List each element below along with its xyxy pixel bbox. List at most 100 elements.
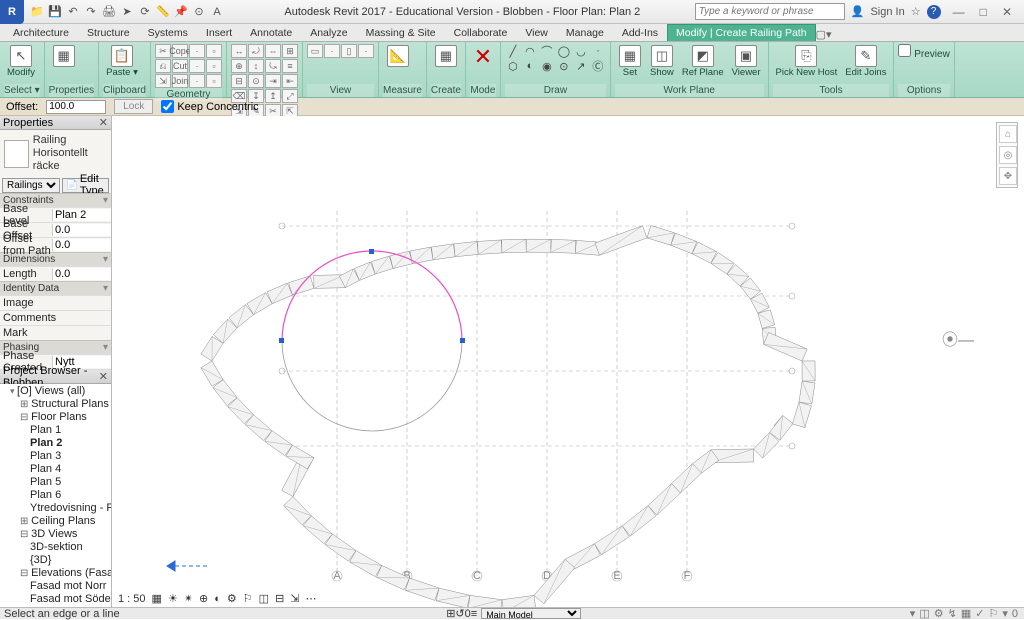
- draw-tool-button[interactable]: ·: [590, 44, 606, 58]
- qat-print-icon[interactable]: 🖨: [102, 5, 116, 19]
- browser-node[interactable]: Elevations (Fasadelevation): [20, 566, 111, 579]
- ribbon-tab[interactable]: Systems: [139, 24, 197, 41]
- status-icon[interactable]: ↯: [946, 608, 959, 620]
- view-control-icon[interactable]: ◐: [214, 593, 221, 605]
- status-icon[interactable]: ⚙: [932, 608, 946, 620]
- browser-item[interactable]: {3D}: [30, 553, 111, 566]
- view-control-icon[interactable]: ☀: [168, 592, 178, 605]
- ribbon-tab[interactable]: View: [516, 24, 557, 41]
- draw-tool-button[interactable]: ◡: [573, 44, 589, 58]
- ribbon-button[interactable]: ✎Edit Joins: [842, 44, 889, 79]
- ribbon-small-button[interactable]: ⇤: [282, 74, 298, 88]
- view-control-icon[interactable]: ⊕: [199, 592, 208, 605]
- ribbon-tab[interactable]: Annotate: [241, 24, 301, 41]
- property-row[interactable]: Length0.0: [0, 266, 111, 281]
- project-browser[interactable]: [O] Views (all)Structural PlansFloor Pla…: [0, 384, 111, 607]
- browser-node[interactable]: Structural Plans: [20, 397, 111, 410]
- view-control-icon[interactable]: ▦: [152, 592, 162, 605]
- view-control-icon[interactable]: ✴: [184, 592, 193, 605]
- maximize-button[interactable]: □: [974, 5, 993, 19]
- property-group-header[interactable]: Identity Data: [0, 281, 111, 295]
- ribbon-tab[interactable]: Manage: [557, 24, 613, 41]
- view-control-icon[interactable]: ⚐: [243, 592, 253, 605]
- ribbon-button[interactable]: ▦Set: [615, 44, 645, 79]
- signin-link[interactable]: Sign In: [870, 6, 904, 18]
- status-icon[interactable]: ≡: [471, 608, 477, 620]
- keep-concentric-input[interactable]: [161, 100, 174, 113]
- ribbon-small-button[interactable]: ⊟: [231, 74, 247, 88]
- design-options-dropdown[interactable]: Main Model: [481, 608, 581, 619]
- draw-tool-button[interactable]: ◯: [556, 44, 572, 58]
- ribbon-button[interactable]: 📐: [383, 44, 413, 68]
- draw-tool-button[interactable]: ◠: [522, 44, 538, 58]
- qat-pin-icon[interactable]: 📌: [174, 5, 188, 19]
- ribbon-button[interactable]: ⎘Pick New Host: [773, 44, 841, 79]
- edit-type-button[interactable]: 📄Edit Type: [62, 178, 109, 193]
- cancel-mode-button[interactable]: ✕: [470, 44, 496, 70]
- property-group-header[interactable]: Dimensions: [0, 252, 111, 266]
- drawing-canvas[interactable]: ABCDEF ⌂ ◎ ✥ ⦿— 1 : 50▦☀✴⊕◐⚙⚐◫⊟⇲⋯: [112, 116, 1024, 607]
- ribbon-tab[interactable]: Analyze: [301, 24, 356, 41]
- view-control-bar[interactable]: 1 : 50▦☀✴⊕◐⚙⚐◫⊟⇲⋯: [118, 592, 317, 605]
- ribbon-button[interactable]: ▣Viewer: [729, 44, 764, 79]
- browser-root[interactable]: [O] Views (all): [10, 384, 111, 397]
- app-logo[interactable]: R: [0, 0, 24, 24]
- qat-redo-icon[interactable]: ↷: [84, 5, 98, 19]
- ribbon-small-button[interactable]: ⤾: [248, 44, 264, 58]
- navigation-bar[interactable]: ⌂ ◎ ✥: [996, 122, 1018, 188]
- ribbon-small-button[interactable]: ·: [189, 74, 205, 88]
- qat-snap-icon[interactable]: ⊙: [192, 5, 206, 19]
- browser-node[interactable]: Ceiling Plans: [20, 514, 111, 527]
- property-row[interactable]: Mark: [0, 325, 111, 340]
- ribbon-small-button[interactable]: ⎌: [155, 59, 171, 73]
- status-icon[interactable]: ⚐: [986, 608, 1000, 620]
- browser-node[interactable]: 3D Views: [20, 527, 111, 540]
- ribbon-small-button[interactable]: ⊙: [248, 74, 264, 88]
- ribbon-small-button[interactable]: ⊞: [282, 44, 298, 58]
- preview-checkbox[interactable]: Preview: [898, 44, 949, 60]
- ribbon-small-button[interactable]: ⇔: [265, 44, 281, 58]
- ribbon-small-button[interactable]: ↥: [265, 89, 281, 103]
- browser-item[interactable]: Plan 4: [30, 462, 111, 475]
- ribbon-tab[interactable]: Collaborate: [445, 24, 517, 41]
- view-control-icon[interactable]: ⊟: [275, 592, 284, 605]
- close-button[interactable]: ✕: [996, 5, 1018, 19]
- property-row[interactable]: Comments: [0, 310, 111, 325]
- infocenter-icon[interactable]: 👤: [851, 5, 865, 18]
- ribbon-small-button[interactable]: ↕: [248, 59, 264, 73]
- ribbon-small-button[interactable]: ▫: [206, 44, 222, 58]
- draw-tool-button[interactable]: ⬡: [505, 59, 521, 73]
- ribbon-small-button[interactable]: ·: [189, 59, 205, 73]
- ribbon-button[interactable]: 📋Paste ▾: [103, 44, 141, 79]
- ribbon-button[interactable]: ◩Ref Plane: [679, 44, 727, 79]
- browser-item[interactable]: Ytredovisning - Plan 1: [30, 501, 111, 514]
- status-icon[interactable]: ◫: [917, 608, 931, 620]
- help-icon[interactable]: ?: [927, 5, 941, 19]
- draw-tool-button[interactable]: ⊙: [556, 59, 572, 73]
- browser-item[interactable]: Fasad mot Söder: [30, 592, 111, 605]
- offset-input[interactable]: [46, 100, 106, 114]
- status-icon[interactable]: ↺: [455, 608, 464, 620]
- browser-node[interactable]: Floor Plans: [20, 410, 111, 423]
- ribbon-small-button[interactable]: ⇲: [155, 74, 171, 88]
- status-icon[interactable]: 0: [1010, 608, 1020, 620]
- ribbon-small-button[interactable]: ↔: [231, 44, 247, 58]
- ribbon-small-button[interactable]: ⤢: [282, 89, 298, 103]
- ribbon-small-button[interactable]: ▫: [206, 59, 222, 73]
- ribbon-tab[interactable]: Architecture: [4, 24, 78, 41]
- lock-button[interactable]: Lock: [114, 99, 153, 114]
- category-dropdown[interactable]: Railings: [2, 178, 60, 193]
- ribbon-tab[interactable]: Add-Ins: [613, 24, 667, 41]
- browser-item[interactable]: Fasad mot Norr: [30, 579, 111, 592]
- ribbon-small-button[interactable]: ⇥: [265, 74, 281, 88]
- ribbon-small-button[interactable]: ≡: [282, 59, 298, 73]
- view-control-icon[interactable]: ◫: [259, 592, 269, 605]
- browser-item[interactable]: Plan 2: [30, 436, 111, 449]
- view-control-icon[interactable]: ⚙: [227, 592, 237, 605]
- qat-sync-icon[interactable]: ⟳: [138, 5, 152, 19]
- ribbon-collapse-icon[interactable]: ▢▾: [816, 28, 830, 41]
- qat-measure-icon[interactable]: 📏: [156, 5, 170, 19]
- navcube-wheel-icon[interactable]: ◎: [999, 146, 1017, 164]
- navcube-pan-icon[interactable]: ✥: [999, 167, 1017, 185]
- ribbon-tab[interactable]: Massing & Site: [357, 24, 445, 41]
